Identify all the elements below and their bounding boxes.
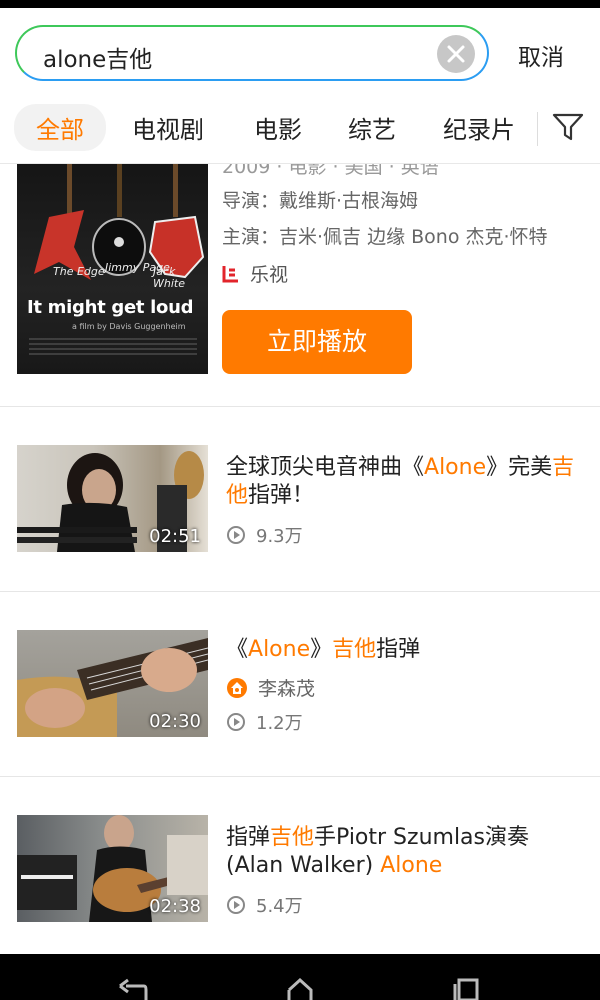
home-icon[interactable] [287,978,313,1000]
video-duration: 02:30 [149,711,201,732]
poster-name-edge: The Edge [53,265,105,278]
clear-search-button[interactable] [437,35,475,73]
video-duration: 02:38 [149,896,201,917]
video-title[interactable]: 《Alone》吉他指弹 [226,636,576,664]
movie-poster[interactable]: The Edge Jimmy Page Jack White It might … [17,164,208,374]
tab-tv-series[interactable]: 电视剧 [132,110,204,145]
title-text: 》 [310,637,333,662]
back-icon[interactable] [118,978,148,1000]
poster-name-white: Jack White [153,265,185,290]
title-text: 指弹！ [248,483,315,508]
close-icon [447,45,465,63]
recents-icon[interactable] [453,978,479,1000]
title-highlight: 吉他 [270,825,315,850]
divider [0,776,600,777]
poster-credits [29,338,197,358]
status-bar [0,0,600,8]
video-thumbnail[interactable]: 02:51 [17,445,208,552]
title-text: 》完美 [486,455,553,480]
view-count-text: 5.4万 [256,896,303,917]
search-input[interactable]: alone吉他 [15,25,489,81]
search-results: The Edge Jimmy Page Jack White It might … [0,164,600,954]
view-count: 5.4万 [226,892,303,918]
video-thumbnail[interactable]: 02:30 [17,630,208,737]
platform-label: 乐视 [250,264,289,286]
view-count: 1.2万 [226,709,303,735]
video-title[interactable]: 全球顶尖电音神曲《Alone》完美吉他指弹！ [226,454,576,510]
movie-platform: 乐视 [222,260,288,287]
tab-divider [537,112,538,146]
title-text: 全球顶尖电音神曲《 [226,455,425,480]
play-count-icon [227,896,245,914]
uploader-name: 李森茂 [258,678,316,700]
filter-icon[interactable] [552,112,584,142]
view-count-text: 9.3万 [256,526,303,547]
letv-logo-icon [222,266,238,283]
tab-variety[interactable]: 综艺 [348,110,396,145]
divider [0,406,600,407]
poster-subtitle: a film by Davis Guggenheim [72,322,186,331]
video-thumbnail[interactable]: 02:38 [17,815,208,922]
title-text: 指弹 [226,825,271,850]
search-header: alone吉他 取消 [0,8,600,98]
title-text: 《 [226,637,249,662]
poster-title: It might get loud [27,297,194,318]
search-query-text[interactable]: alone吉他 [43,40,152,74]
title-highlight: 吉他 [332,637,377,662]
category-tabs: 全部 电视剧 电影 综艺 纪录片 [0,98,600,164]
uploader-home-icon [227,678,247,698]
view-count-text: 1.2万 [256,713,303,734]
movie-director: 导演：戴维斯·古根海姆 [222,190,419,212]
title-text: 指弹 [376,637,421,662]
play-count-icon [227,526,245,544]
movie-meta: 2009 · 电影 · 美国 · 英语 [222,164,439,178]
tab-all[interactable]: 全部 [14,104,106,151]
title-highlight: Alone [424,455,487,480]
tab-documentary[interactable]: 纪录片 [443,110,515,145]
play-now-button[interactable]: 立即播放 [222,310,412,374]
movie-cast: 主演：吉米·佩吉 边缘 Bono 杰克·怀特 [222,226,548,248]
uploader[interactable]: 李森茂 [226,674,315,701]
video-title[interactable]: 指弹吉他手Piotr Szumlas演奏(Alan Walker) Alone [226,824,576,880]
divider [0,591,600,592]
cancel-button[interactable]: 取消 [518,38,564,72]
title-highlight: Alone [248,637,311,662]
view-count: 9.3万 [226,522,303,548]
play-count-icon [227,713,245,731]
video-duration: 02:51 [149,526,201,547]
tab-movies[interactable]: 电影 [254,110,302,145]
title-highlight: Alone [380,853,443,878]
system-nav-bar [0,954,600,1000]
